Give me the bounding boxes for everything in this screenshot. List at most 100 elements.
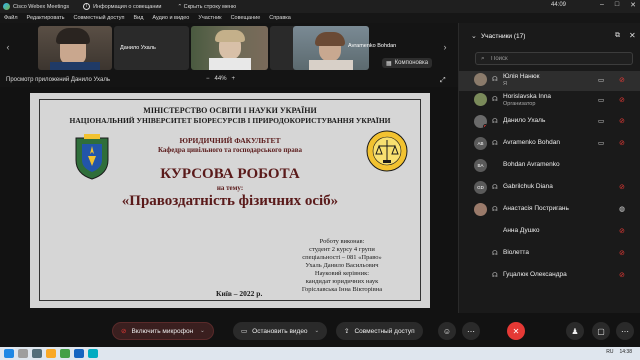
mic-muted-icon[interactable]: ⊘ [619,271,625,279]
zoom-out-button[interactable]: − [206,76,210,82]
menu-file[interactable]: Файл [4,15,18,21]
mic-muted-icon[interactable]: ⊘ [619,183,625,191]
chat-button[interactable]: ▢ [592,322,610,340]
slide-author-line: кандидат юридичних наук [305,278,379,285]
participant-role: Я [503,81,507,87]
more-options-button[interactable]: ⋯ [462,322,480,340]
collapse-chevron-icon[interactable]: ⌄ [471,32,477,40]
menu-view[interactable]: Вид [133,15,143,21]
zoom-value: 44% [214,76,227,82]
unmute-button[interactable]: ⊘ Включить микрофон ⌄ [112,322,214,340]
mic-muted-icon: ⊘ [121,328,127,335]
participant-clothes [50,62,100,70]
avatar: GD [474,181,487,194]
strip-prev-arrow-icon[interactable]: ‹ [3,40,13,54]
more-icon: ⋯ [467,326,475,336]
menu-share[interactable]: Совместный доступ [74,15,125,21]
video-tile-3[interactable] [191,26,268,70]
menu-help[interactable]: Справка [269,15,291,21]
task-view-icon[interactable] [32,349,42,358]
participant-clothes [309,60,353,70]
mic-active-icon[interactable]: ◍ [619,205,625,213]
shared-slide: МІНІСТЕРСТВО ОСВІТИ І НАУКИ УКРАЇНИ НАЦІ… [30,93,430,308]
chevron-down-icon[interactable]: ⌄ [200,328,205,334]
avatar: BA [474,159,487,172]
system-clock[interactable]: 14:38 [619,349,632,355]
participant-hair [56,28,90,44]
video-tile-1[interactable] [38,26,112,70]
participant-row[interactable]: ☊ Horislavska Inna Организатор ▭ ⊘ [459,91,640,111]
stop-video-button[interactable]: ▭ Остановить видео ⌄ [233,322,328,340]
participant-row[interactable]: ☊ Віолетта ⊘ [459,243,640,263]
slide-author-line: Науковий керівник: [314,270,370,277]
chat-icon: ▢ [597,326,605,336]
zoom-in-button[interactable]: + [232,76,236,82]
slide-author-line: Горіславська Інна Вікторівна [301,286,383,293]
mic-muted-icon[interactable]: ⊘ [619,96,625,104]
participant-hair [215,30,245,42]
slide-topic: «Правоздатність фізичних осіб» [121,193,339,209]
panel-more-button[interactable]: ⋯ [616,322,634,340]
start-menu-icon[interactable] [4,349,14,358]
fullscreen-icon[interactable]: ⤢ [440,77,446,85]
headset-icon: ☊ [492,206,498,213]
camera-icon: ▭ [598,140,605,147]
menu-participant[interactable]: Участник [198,15,221,21]
share-label: Совместный доступ [354,327,415,335]
webex-icon[interactable] [88,349,98,358]
minimize-icon[interactable]: – [600,1,604,9]
shared-content-area: МІНІСТЕРСТВО ОСВІТИ І НАУКИ УКРАЇНИ НАЦІ… [0,87,458,313]
participant-name: Юлія Нанюк [503,73,540,80]
mic-muted-icon[interactable]: ⊘ [619,139,625,147]
meeting-timer: 44:09 [550,2,566,8]
mic-muted-icon[interactable]: ⊘ [619,249,625,257]
menu-edit[interactable]: Редактировать [27,15,65,21]
participant-row[interactable]: GD ☊ Gabrilchuk Diana ⊘ [459,177,640,197]
participant-row[interactable]: ☊ Анастасія Постригань ◍ [459,199,640,219]
participants-header: ⌄ Участники (17) ⧉ ✕ [459,23,640,51]
video-tile-2[interactable]: Данило Ухаль [114,26,189,70]
chrome-icon[interactable] [60,349,70,358]
file-explorer-icon[interactable] [46,349,56,358]
layout-button[interactable]: ▦ Компоновка [382,58,433,68]
layout-grid-icon: ▦ [386,60,392,67]
mic-muted-icon[interactable]: ⊘ [619,227,625,235]
participant-row[interactable]: BA Bohdan Avramenko [459,155,640,175]
share-button[interactable]: ⇪ Совместный доступ [336,322,423,340]
participant-row[interactable]: ☊ Данило Ухаль ▭ ⊘ [459,111,640,131]
mic-muted-icon[interactable]: ⊘ [619,117,625,125]
end-call-button[interactable]: ✕ [507,322,525,340]
popout-icon[interactable]: ⧉ [615,32,620,40]
participant-row[interactable]: ☊ Гуцалюк Олександра ⊘ [459,265,640,285]
slide-city-year: Київ – 2022 р. [216,289,263,298]
reactions-button[interactable]: ☺ [438,322,456,340]
chevron-down-icon[interactable]: ⌄ [315,328,320,334]
slide-author-line: студент 2 курсу 4 групи [309,246,375,253]
close-window-icon[interactable]: ✕ [630,1,636,9]
slide-university: НАЦІОНАЛЬНИЙ УНІВЕРСИТЕТ БІОРЕСУРСІВ І П… [69,116,391,125]
participant-row[interactable]: ☊ Юлія Нанюк Я ▭ ⊘ [459,71,640,91]
strip-next-arrow-icon[interactable]: › [440,40,450,54]
participant-search[interactable]: ⌕ [475,52,633,65]
slide-faculty: ЮРИДИЧНИЙ ФАКУЛЬТЕТ [179,136,281,145]
mic-muted-icon[interactable]: ⊘ [619,76,625,84]
participant-name: Віолетта [503,249,529,256]
close-panel-icon[interactable]: ✕ [629,31,636,40]
slide-author-line: спеціальності – 081 «Право» [302,254,382,261]
headset-icon: ☊ [492,76,498,83]
maximize-icon[interactable]: □ [615,1,619,9]
menu-meeting[interactable]: Совещание [231,15,261,21]
search-input[interactable] [491,55,621,63]
camera-icon: ▭ [598,77,605,84]
participants-button[interactable]: ♟ [566,322,584,340]
language-indicator[interactable]: RU [606,349,613,355]
participants-panel: ⌄ Участники (17) ⧉ ✕ ⌕ ☊ Юлія Нанюк Я ▭ … [458,23,640,313]
hide-menu-bar-button[interactable]: Скрыть строку меню [178,4,236,10]
participant-row[interactable]: Анна Душко ⊘ [459,221,640,241]
meeting-info-button[interactable]: i Информация о совещании [83,3,162,10]
word-icon[interactable] [74,349,84,358]
participant-row[interactable]: AB ☊ Avramenko Bohdan ▭ ⊘ [459,133,640,153]
menu-audio-video[interactable]: Аудио и видео [152,15,189,21]
participant-clothes [209,58,251,70]
search-icon[interactable] [18,349,28,358]
